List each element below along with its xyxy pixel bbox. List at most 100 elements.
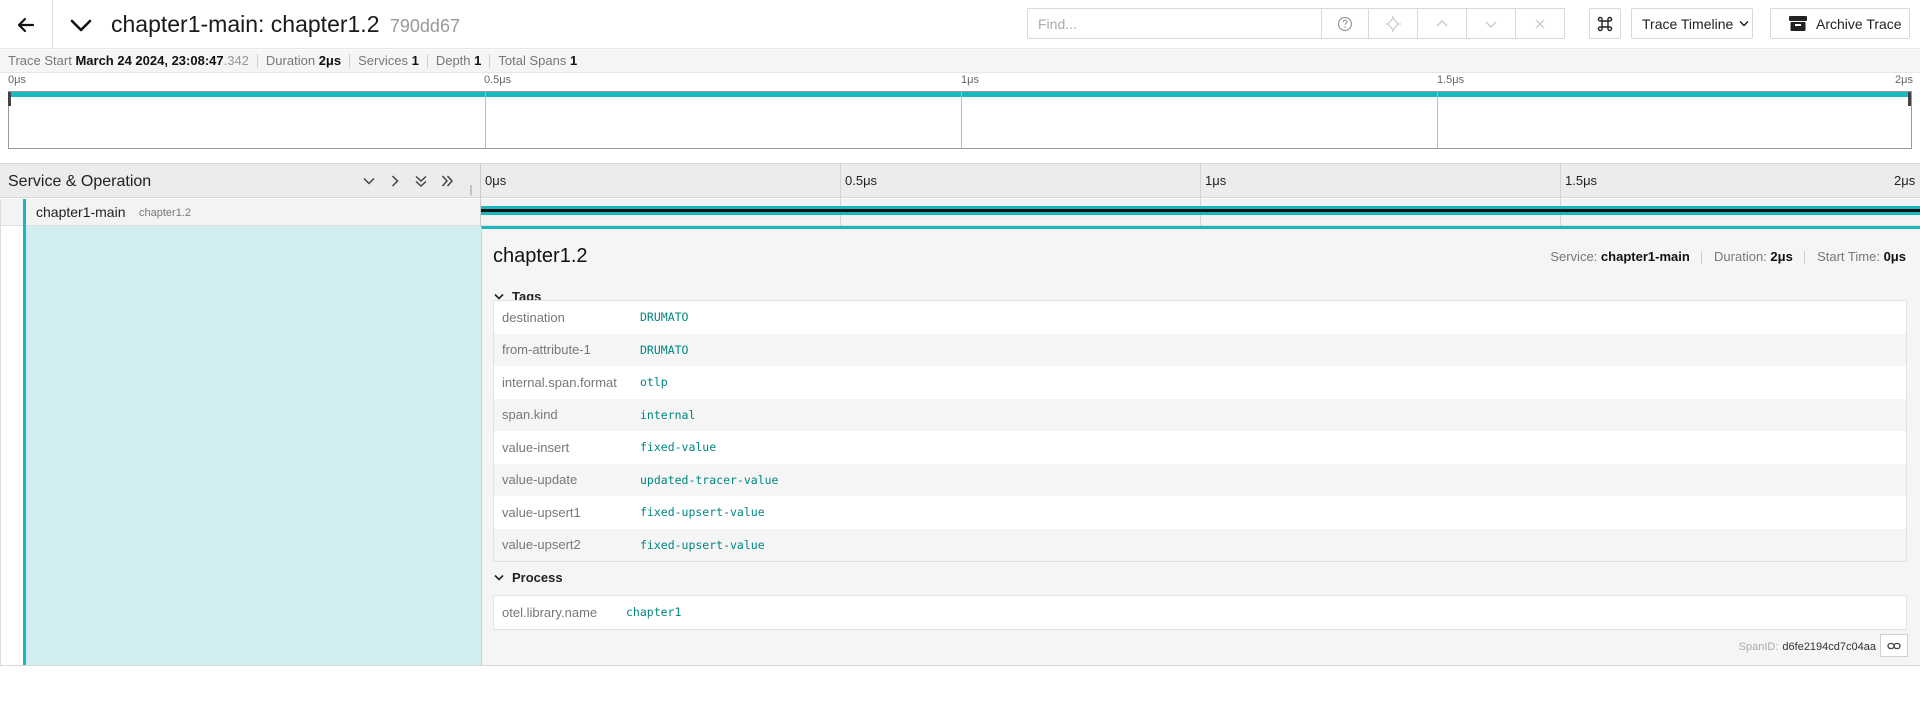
minimap-gridline (1437, 92, 1438, 148)
minimap-gridline (485, 92, 486, 148)
process-key: otel.library.name (502, 604, 598, 620)
span-duration-bar[interactable] (481, 206, 1920, 215)
start-meta-label: Start Time: (1817, 249, 1880, 264)
chevron-down-icon (363, 177, 375, 185)
total-spans-stat: Total Spans 1 (489, 54, 585, 68)
span-id-label: SpanID: (1738, 641, 1779, 653)
trace-minimap[interactable]: 0μs 0.5μs 1μs 1.5μs 2μs (8, 74, 1913, 152)
chevron-down-icon (70, 19, 92, 32)
content-bottom-border (0, 665, 1920, 666)
timeline-tick: 0μs (485, 173, 507, 188)
tag-row[interactable]: destination DRUMATO (494, 301, 1906, 334)
tag-value: DRUMATO (640, 310, 689, 325)
trace-title: chapter1-main: chapter1.2 790dd67 (111, 11, 460, 38)
timeline-tick: 2μs (1894, 173, 1916, 188)
total-spans-label: Total Spans (498, 53, 567, 68)
minimap-tick: 2μs (1895, 74, 1913, 86)
tag-value: updated-tracer-value (640, 472, 779, 487)
timeline-gridline (1200, 164, 1201, 199)
tag-row[interactable]: value-update updated-tracer-value (494, 463, 1906, 496)
timeline-tick: 1μs (1205, 173, 1227, 188)
tag-row[interactable]: internal.span.format otlp (494, 366, 1906, 399)
span-service-name[interactable]: chapter1-main (36, 204, 126, 220)
trace-start-ms: .342 (223, 53, 249, 68)
find-prev-button[interactable] (1418, 8, 1467, 39)
tag-row[interactable]: from-attribute-1 DRUMATO (494, 333, 1906, 366)
help-icon (1337, 16, 1353, 31)
timeline-gridline (840, 164, 841, 199)
process-value: chapter1 (626, 605, 682, 620)
minimap-span-bar (9, 92, 1911, 97)
tag-value: otlp (640, 375, 668, 390)
span-id-value: d6fe2194cd7c04aa (1782, 641, 1876, 653)
collapse-one-button[interactable] (358, 170, 380, 192)
tag-row[interactable]: value-insert fixed-value (494, 431, 1906, 464)
find-next-button[interactable] (1467, 8, 1516, 39)
duration-label: Duration (265, 53, 316, 68)
tag-key: destination (502, 309, 565, 325)
collapse-all-button[interactable] (410, 170, 432, 192)
keyboard-shortcuts-button[interactable] (1589, 8, 1621, 39)
tag-value: DRUMATO (640, 342, 689, 357)
tag-row[interactable]: value-upsert1 fixed-upsert-value (494, 496, 1906, 529)
back-button[interactable] (0, 0, 53, 49)
expand-all-button[interactable] (436, 170, 458, 192)
span-service-color (23, 199, 26, 226)
minimap-canvas[interactable] (8, 91, 1912, 149)
span-detail-panel: chapter1.2 Service: chapter1-main Durati… (481, 226, 1920, 665)
tag-key: value-upsert1 (502, 504, 581, 520)
trace-title-text: chapter1-main: chapter1.2 (111, 11, 380, 37)
column-resizer[interactable]: || (469, 184, 472, 196)
duration-value: 2μs (318, 53, 342, 68)
chevron-up-icon (1436, 19, 1448, 27)
trace-stats-bar: Trace Start March 24 2024, 23:08:47.342 … (0, 50, 1920, 73)
trace-start-stat: Trace Start March 24 2024, 23:08:47.342 (8, 54, 257, 68)
tag-key: span.kind (502, 407, 558, 423)
minimap-tick: 1μs (961, 74, 979, 86)
span-detail-title: chapter1.2 (493, 245, 588, 267)
timeline-gridline (1560, 164, 1561, 199)
chevron-down-icon (494, 293, 504, 300)
tag-key: value-insert (502, 439, 570, 455)
service-meta-label: Service: (1550, 249, 1598, 264)
tag-key: internal.span.format (502, 374, 617, 390)
process-section-label: Process (512, 570, 563, 585)
locate-icon (1385, 15, 1401, 32)
find-help-button[interactable] (1321, 8, 1369, 39)
service-meta-value: chapter1-main (1600, 249, 1690, 264)
tag-row[interactable]: value-upsert2 fixed-upsert-value (494, 528, 1906, 561)
collapse-trace-button[interactable] (68, 12, 94, 38)
service-operation-title: Service & Operation (8, 173, 152, 190)
trace-start-value: March 24 2024, 23:08:47 (75, 53, 224, 68)
copy-link-button[interactable] (1880, 634, 1908, 657)
services-label: Services (358, 53, 408, 68)
view-type-label: Trace Timeline (1642, 15, 1734, 32)
trace-header: chapter1-main: chapter1.2 790dd67 Find..… (0, 0, 1920, 49)
trace-id: 790dd67 (389, 16, 460, 36)
column-divider[interactable] (480, 164, 481, 199)
depth-stat: Depth 1 (426, 54, 490, 68)
minimap-left-handle[interactable] (8, 92, 11, 106)
detail-tree-line (0, 226, 1, 665)
services-value: 1 (411, 53, 419, 68)
minimap-gridline (961, 92, 962, 148)
process-section-toggle[interactable]: Process (494, 570, 563, 585)
tag-value: fixed-upsert-value (640, 505, 765, 520)
tag-value: fixed-upsert-value (640, 537, 765, 552)
link-icon (1887, 642, 1901, 649)
view-type-select[interactable]: Trace Timeline (1631, 8, 1753, 39)
expand-one-button[interactable] (384, 170, 406, 192)
arrow-left-icon (17, 17, 35, 32)
find-input[interactable] (1028, 9, 1348, 38)
span-row[interactable]: chapter1-main chapter1.2 (0, 199, 1920, 226)
tree-controls (358, 170, 458, 192)
tag-row[interactable]: span.kind internal (494, 398, 1906, 431)
archive-trace-button[interactable]: Archive Trace (1770, 8, 1910, 39)
span-id: SpanID: d6fe2194cd7c04aa (1739, 641, 1876, 653)
find-locate-button[interactable] (1369, 8, 1418, 39)
find-clear-button[interactable] (1516, 8, 1565, 39)
process-row[interactable]: otel.library.name chapter1 (494, 596, 1906, 629)
span-tree-line (0, 199, 1, 226)
tags-table: destination DRUMATO from-attribute-1 DRU… (493, 300, 1907, 562)
minimap-right-handle[interactable] (1908, 92, 1911, 106)
